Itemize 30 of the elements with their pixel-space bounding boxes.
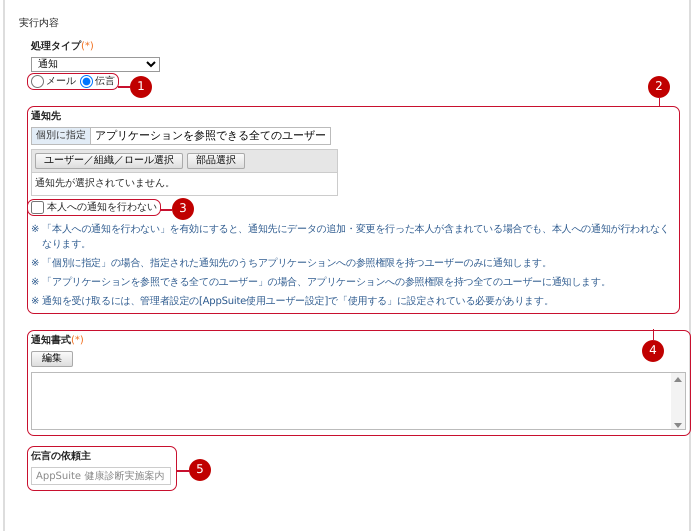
section-title: 実行内容 bbox=[19, 17, 60, 30]
field-label: 通知書式 bbox=[31, 335, 71, 346]
callout-number: 1 bbox=[130, 76, 152, 98]
note-text: ※ 「アプリケーションを参照できる全てのユーザー」の場合、アプリケーションへの参照権限を持つ全てのユーザーに通知します。 bbox=[31, 276, 612, 290]
toggle-button[interactable]: アプリケーションを参照できる全てのユーザー bbox=[91, 127, 331, 145]
radio-label: 伝言 bbox=[95, 75, 115, 88]
field-label: 通知先 bbox=[31, 111, 61, 122]
requester-field[interactable]: AppSuite 健康診断実施案内 bbox=[31, 467, 171, 485]
select-button[interactable]: 部品選択 bbox=[187, 153, 245, 169]
checkbox[interactable] bbox=[31, 201, 44, 214]
field-label: 伝言の依頼主 bbox=[31, 451, 91, 462]
required-mark: (*) bbox=[71, 335, 84, 346]
callout-number: 4 bbox=[642, 340, 664, 362]
note-text: ※ 通知を受け取るには、管理者設定の[AppSuite使用ユーザー設定]で「使用する」に設定されている必要があります。 bbox=[31, 294, 555, 309]
radio-label: メール bbox=[46, 75, 76, 88]
empty-message: 通知先が選択されていません。 bbox=[34, 176, 176, 191]
callout-number: 2 bbox=[648, 76, 670, 98]
toggle-button[interactable]: 個別に指定 bbox=[31, 127, 91, 145]
field-label: 処理タイプ bbox=[31, 41, 81, 52]
note-text: ※ 「個別に指定」の場合、指定された通知先のうちアプリケーションへの参照権限を持つユーザーのみに通知します。 bbox=[31, 256, 553, 271]
checkbox-label: 本人への通知を行わない bbox=[47, 201, 157, 214]
radio-button[interactable] bbox=[31, 75, 44, 88]
edit-button[interactable]: 編集 bbox=[31, 351, 73, 367]
type-select[interactable]: 通知 bbox=[31, 57, 160, 72]
required-mark: (*) bbox=[81, 41, 94, 52]
callout-number: 3 bbox=[172, 198, 194, 220]
note-text: ※ 「本人への通知を行わない」を有効にすると、通知先にデータの追加・変更を行った本人が含まれている場合でも、本人への通知が行われなくなります。 bbox=[31, 222, 670, 252]
callout-number: 5 bbox=[189, 459, 211, 481]
select-button[interactable]: ユーザー／組織／ロール選択 bbox=[35, 153, 183, 169]
radio-button[interactable] bbox=[80, 75, 93, 88]
